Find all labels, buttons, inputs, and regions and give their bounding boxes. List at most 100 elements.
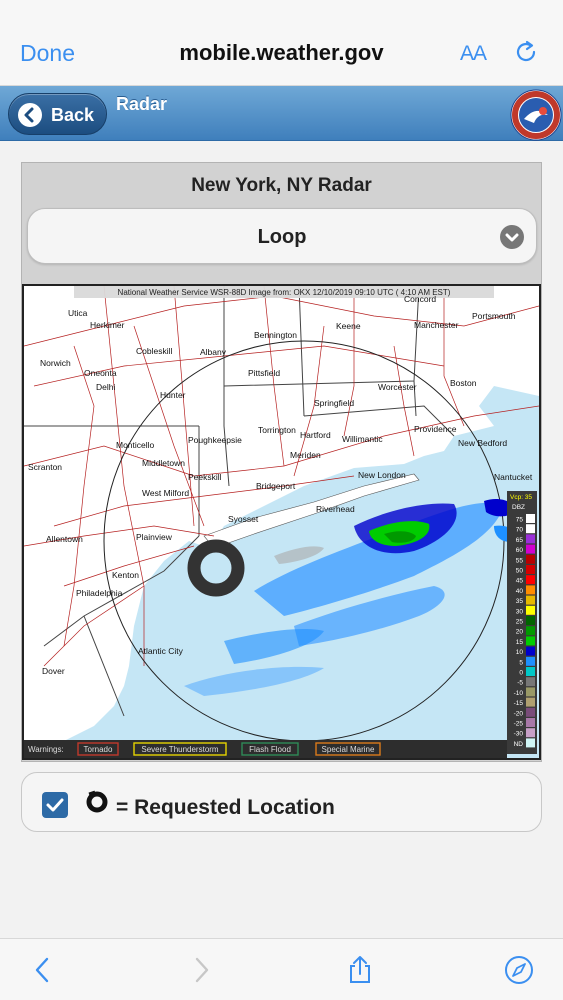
loop-selected-value: Loop: [257, 226, 307, 248]
legend-label: 75: [516, 517, 524, 524]
city-label: Springfield: [314, 398, 354, 408]
city-label: Philadelphia: [76, 588, 123, 598]
city-label: Allentown: [46, 534, 83, 544]
requested-location-marker-icon: [187, 539, 245, 597]
legend-swatch: [526, 646, 535, 656]
legend-label: 50: [516, 568, 524, 575]
legend-swatch: [526, 718, 535, 727]
legend-unit: DBZ: [512, 504, 525, 511]
city-label: Monticello: [116, 440, 155, 450]
city-label: Poughkeepsie: [188, 435, 242, 445]
legend-swatch: [526, 554, 535, 564]
legend-label: 55: [516, 557, 524, 564]
legend-label: 60: [516, 547, 524, 554]
city-label: Peekskill: [188, 472, 222, 482]
city-label: New London: [358, 470, 406, 480]
nws-header: Back Radar: [0, 86, 563, 141]
back-chevron-icon[interactable]: [28, 955, 58, 985]
legend-label: -20: [514, 710, 524, 717]
city-label: Middletown: [142, 458, 185, 468]
radar-panel: New York, NY Radar Loop National Weather…: [21, 162, 542, 762]
loop-select[interactable]: Loop: [27, 208, 537, 264]
legend-swatch: [526, 738, 535, 748]
city-label: West Milford: [142, 488, 189, 498]
image-banner: National Weather Service WSR-88D Image f…: [118, 288, 451, 297]
city-label: Concord: [404, 294, 436, 304]
legend-label: -25: [514, 721, 524, 728]
legend-label: 5: [519, 659, 523, 666]
legend-swatch: [526, 667, 535, 676]
city-label: Hartford: [300, 430, 331, 440]
city-label: Plainview: [136, 532, 173, 542]
warning-label: Tornado: [84, 745, 113, 754]
legend-swatch: [526, 707, 535, 717]
legend-label: 35: [516, 598, 524, 605]
legend-label: 45: [516, 578, 524, 585]
legend-label: 20: [516, 629, 524, 636]
legend-swatch: [526, 626, 535, 636]
legend-label: 30: [516, 608, 524, 615]
back-button[interactable]: Back: [8, 93, 107, 135]
back-arrow-icon: [18, 103, 42, 127]
city-label: Pittsfield: [248, 368, 280, 378]
legend-label: 10: [516, 649, 524, 656]
radar-title: New York, NY Radar: [191, 175, 372, 196]
forward-chevron-icon[interactable]: [186, 955, 216, 985]
nws-logo-icon: [510, 89, 562, 141]
city-label: Delhi: [96, 382, 115, 392]
legend-label: -5: [517, 680, 523, 687]
city-label: Oneonta: [84, 368, 117, 378]
legend-swatch: [526, 524, 535, 534]
city-label: Worcester: [378, 382, 417, 392]
city-label: Atlantic City: [138, 646, 184, 656]
compass-icon[interactable]: [504, 955, 534, 985]
city-label: Kenton: [112, 570, 139, 580]
requested-location-row: = Requested Location: [21, 772, 542, 832]
city-label: New Bedford: [458, 438, 507, 448]
page-title: Radar: [116, 94, 168, 114]
city-label: Utica: [68, 308, 88, 318]
city-label: Hunter: [160, 390, 186, 400]
warning-label: Flash Flood: [249, 745, 291, 754]
city-label: Nantucket: [494, 472, 533, 482]
legend-swatch: [526, 544, 535, 554]
browser-bottom-toolbar: [0, 938, 563, 1000]
radar-image[interactable]: National Weather Service WSR-88D Image f…: [22, 284, 541, 760]
city-label: Torrington: [258, 425, 296, 435]
legend-label: 65: [516, 537, 524, 544]
requested-location-checkbox[interactable]: [42, 792, 68, 818]
warning-label: Special Marine: [322, 745, 375, 754]
legend-swatch: [526, 697, 535, 707]
legend-swatch: [526, 585, 535, 595]
warning-label: Severe Thunderstorm: [141, 745, 219, 754]
legend-label: -15: [514, 700, 524, 707]
legend-header: Vcp: 35: [510, 494, 532, 501]
legend-swatch: [526, 595, 535, 605]
back-label: Back: [51, 105, 95, 125]
legend-label: 0: [519, 670, 523, 677]
legend-swatch: [526, 565, 535, 574]
city-label: Scranton: [28, 462, 62, 472]
reload-icon[interactable]: [512, 38, 540, 66]
legend-swatch: [526, 575, 535, 585]
city-label: Meriden: [290, 450, 321, 460]
city-label: Willimantic: [342, 434, 383, 444]
city-label: Albany: [200, 347, 227, 357]
city-label: Bennington: [254, 330, 297, 340]
legend-label: 25: [516, 619, 524, 626]
city-label: Manchester: [414, 320, 459, 330]
city-label: Providence: [414, 424, 457, 434]
legend-label: ND: [514, 741, 524, 748]
legend-swatch: [526, 656, 535, 666]
legend-swatch: [526, 605, 535, 615]
legend-swatch: [526, 636, 535, 646]
location-marker-icon: [86, 790, 108, 813]
city-label: Dover: [42, 666, 65, 676]
legend-label: -10: [514, 690, 524, 697]
share-icon[interactable]: [345, 955, 375, 985]
city-label: Syosset: [228, 514, 259, 524]
browser-top-bar: Done mobile.weather.gov AA: [0, 0, 563, 86]
radar-map: National Weather Service WSR-88D Image f…: [24, 286, 539, 758]
legend-swatch: [526, 687, 535, 697]
text-size-button[interactable]: AA: [460, 42, 487, 66]
